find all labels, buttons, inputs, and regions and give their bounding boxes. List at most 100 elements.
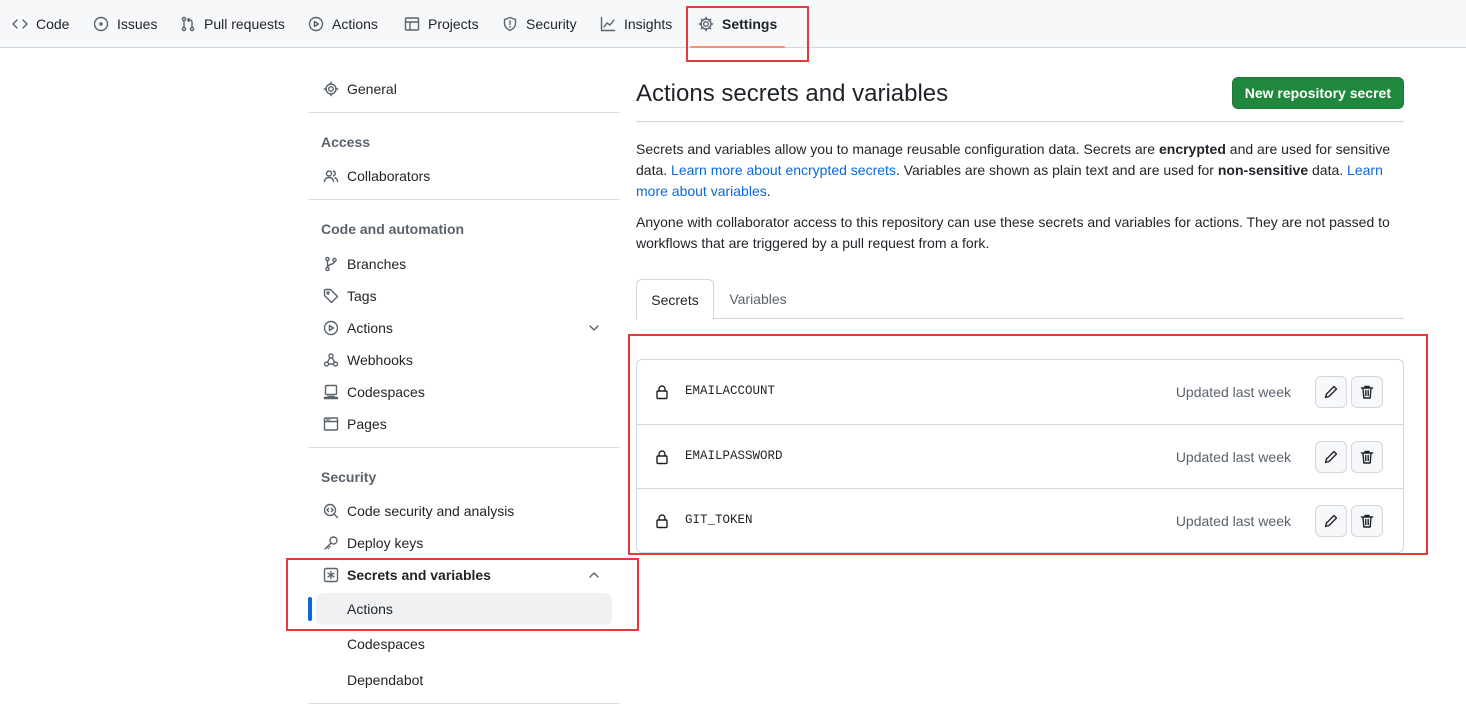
key-asterisk-icon	[323, 567, 339, 583]
gear-icon	[323, 81, 339, 97]
sidebar-item-label: Codespaces	[347, 636, 425, 652]
play-icon	[308, 16, 324, 32]
play-icon	[323, 320, 339, 336]
sidebar-subitem-codespaces[interactable]: Codespaces	[308, 628, 612, 660]
tab-actions-label: Actions	[332, 16, 378, 32]
tab-settings[interactable]: Settings	[690, 0, 786, 48]
pencil-icon	[1324, 514, 1338, 528]
pencil-icon	[1324, 450, 1338, 464]
git-branch-icon	[325, 256, 337, 272]
secret-updated: Updated last week	[1175, 449, 1291, 465]
trash-icon	[1360, 385, 1374, 399]
pencil-icon	[1324, 385, 1338, 399]
description-bold: non-sensitive	[1217, 162, 1309, 178]
secret-updated: Updated last week	[1175, 513, 1291, 529]
tag-icon	[323, 288, 339, 304]
tab-code[interactable]: Code	[12, 0, 69, 48]
secrets-list: EMAILACCOUNT Updated last week EMAILPASS…	[636, 359, 1404, 553]
tab-security-label: Security	[526, 16, 577, 32]
trash-icon	[1360, 514, 1374, 528]
table-row: GIT_TOKEN Updated last week	[637, 488, 1403, 552]
sidebar-item-actions[interactable]: Actions	[308, 312, 612, 344]
sidebar-item-deploy-keys[interactable]: Deploy keys	[308, 527, 612, 559]
sidebar-heading-security: Security	[321, 469, 377, 485]
secret-name: GIT_TOKEN	[685, 513, 753, 527]
tab-projects-label: Projects	[428, 16, 479, 32]
trash-icon	[1360, 450, 1374, 464]
sidebar-item-label: Tags	[347, 288, 377, 304]
new-repository-secret-button[interactable]: New repository secret	[1231, 77, 1404, 109]
tab-pull-requests-label: Pull requests	[204, 16, 285, 32]
sidebar-heading-code-automation: Code and automation	[321, 221, 465, 237]
title-divider	[636, 121, 1404, 122]
codespaces-icon	[323, 384, 339, 400]
delete-secret-button[interactable]	[1351, 376, 1383, 408]
sidebar-subitem-actions[interactable]: Actions	[316, 593, 612, 625]
sidebar-item-collaborators[interactable]: Collaborators	[308, 160, 612, 192]
description-secrets: Secrets and variables allow you to manag…	[636, 139, 1404, 202]
sidebar-subitem-dependabot[interactable]: Dependabot	[308, 664, 612, 696]
learn-more-secrets-link[interactable]: Learn more about encrypted secrets	[671, 162, 896, 178]
table-row: EMAILPASSWORD Updated last week	[637, 424, 1403, 488]
edit-secret-button[interactable]	[1315, 505, 1347, 537]
graph-icon	[600, 16, 616, 32]
sidebar-item-pages[interactable]: Pages	[308, 408, 612, 440]
tab-projects[interactable]: Projects	[404, 0, 479, 48]
sidebar-item-label: Webhooks	[347, 352, 413, 368]
sidebar-item-branches[interactable]: Branches	[308, 248, 612, 280]
webhook-icon	[323, 353, 339, 367]
tab-actions[interactable]: Actions	[308, 0, 378, 48]
sidebar-divider	[308, 447, 620, 448]
sidebar-item-general[interactable]: General	[308, 73, 612, 105]
lock-icon	[656, 514, 668, 529]
tab-security[interactable]: Security	[502, 0, 577, 48]
active-tab-underline	[690, 46, 786, 48]
key-icon	[324, 536, 338, 550]
sidebar-heading-access: Access	[321, 134, 371, 150]
description-text: .	[766, 183, 771, 199]
sidebar-item-label: Codespaces	[347, 384, 425, 400]
gear-icon	[698, 16, 714, 32]
sidebar-item-label: General	[347, 81, 397, 97]
tab-secrets[interactable]: Secrets	[636, 279, 714, 320]
table-icon	[404, 17, 420, 31]
description-text: Secrets and variables allow you to manag…	[636, 141, 1159, 157]
browser-icon	[323, 417, 339, 431]
tab-variables[interactable]: Variables	[714, 279, 802, 319]
sidebar-item-label: Dependabot	[347, 672, 424, 688]
delete-secret-button[interactable]	[1351, 441, 1383, 473]
secret-name: EMAILPASSWORD	[685, 449, 783, 463]
chevron-down-icon[interactable]	[586, 320, 602, 336]
tab-insights[interactable]: Insights	[600, 0, 672, 48]
secret-name: EMAILACCOUNT	[685, 384, 776, 398]
delete-secret-button[interactable]	[1351, 505, 1383, 537]
sidebar-item-label: Pages	[347, 416, 387, 432]
sidebar-item-codespaces[interactable]: Codespaces	[308, 376, 612, 408]
secrets-variables-tabs: Secrets Variables	[636, 279, 1404, 320]
edit-secret-button[interactable]	[1315, 441, 1347, 473]
chevron-up-icon[interactable]	[586, 567, 602, 583]
sidebar-item-label: Code security and analysis	[347, 503, 515, 519]
sidebar-item-label: Secrets and variables	[347, 567, 491, 583]
description-text: data.	[1308, 162, 1348, 178]
description-bold: encrypted	[1158, 141, 1226, 157]
tab-insights-label: Insights	[624, 16, 673, 32]
description-access: Anyone with collaborator access to this …	[636, 214, 1390, 251]
secret-updated: Updated last week	[1175, 384, 1291, 400]
edit-secret-button[interactable]	[1315, 376, 1347, 408]
sidebar-item-label: Actions	[347, 320, 393, 336]
lock-icon	[656, 385, 668, 400]
sidebar-divider	[308, 112, 620, 113]
page-title: Actions secrets and variables	[636, 80, 949, 107]
tab-settings-label: Settings	[722, 16, 778, 32]
sidebar-item-webhooks[interactable]: Webhooks	[308, 344, 612, 376]
sidebar-item-label: Actions	[347, 601, 393, 617]
sidebar-item-tags[interactable]: Tags	[308, 280, 612, 312]
sidebar-divider	[308, 703, 620, 704]
git-pull-request-icon	[181, 16, 195, 32]
sidebar-item-code-security[interactable]: Code security and analysis	[308, 495, 612, 527]
sidebar-item-secrets-and-variables[interactable]: Secrets and variables	[308, 559, 612, 591]
tab-pull-requests[interactable]: Pull requests	[180, 0, 285, 48]
tab-issues[interactable]: Issues	[93, 0, 157, 48]
tab-code-label: Code	[36, 16, 70, 32]
